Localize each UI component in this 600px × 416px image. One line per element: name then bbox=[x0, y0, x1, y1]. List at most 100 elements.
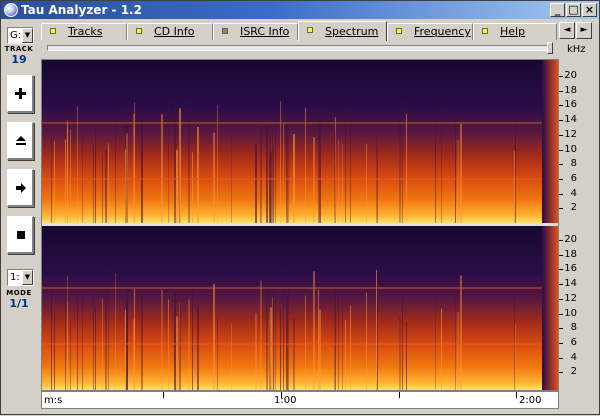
frequency-tick-label: 2 bbox=[570, 202, 577, 214]
close-button[interactable]: × bbox=[582, 3, 597, 17]
tab-scroll-right-button[interactable]: ► bbox=[576, 22, 592, 39]
spectrum-streak bbox=[269, 279, 271, 390]
channel-right-spectrum bbox=[42, 226, 558, 390]
frequency-tick-label: 2 bbox=[570, 366, 577, 378]
position-slider-track[interactable] bbox=[47, 45, 549, 51]
title-bar[interactable]: Tau Analyzer - 1.2 _ □ × bbox=[1, 1, 599, 19]
frequency-tick-mark bbox=[559, 76, 563, 77]
mode-select[interactable]: 1: ▼ bbox=[7, 269, 34, 286]
spectrum-streak bbox=[305, 295, 306, 390]
spectrum-streak bbox=[213, 132, 215, 223]
tab-label: Help bbox=[500, 25, 526, 38]
tab-status-led bbox=[222, 28, 228, 34]
tab-help[interactable]: Help bbox=[473, 23, 557, 40]
chevron-down-icon[interactable]: ▼ bbox=[22, 28, 33, 43]
frequency-tick-label: 10 bbox=[564, 307, 577, 319]
spectrum-streak bbox=[460, 123, 462, 223]
frequency-tick-mark bbox=[559, 372, 563, 374]
spectrum-streak bbox=[213, 284, 215, 390]
spectrum-streak bbox=[133, 114, 135, 223]
spectrum-streak bbox=[141, 118, 143, 223]
window-title: Tau Analyzer - 1.2 bbox=[21, 3, 142, 17]
tab-spectrum[interactable]: Spectrum bbox=[298, 21, 387, 41]
spectrum-streak bbox=[82, 109, 83, 223]
spectrum-streak bbox=[334, 128, 336, 223]
plus-icon bbox=[15, 88, 26, 99]
spectrum-streak bbox=[288, 116, 289, 223]
spectrogram-view[interactable] bbox=[41, 59, 559, 391]
spectrum-streak bbox=[65, 285, 66, 390]
spectrum-streak bbox=[93, 143, 94, 223]
frequency-tick-mark bbox=[559, 342, 563, 344]
tab-cd-info[interactable]: CD Info bbox=[127, 23, 213, 40]
spectrum-streak bbox=[161, 289, 163, 390]
tab-isrc-info[interactable]: ISRC Info bbox=[213, 23, 298, 40]
frequency-tick-mark bbox=[559, 208, 563, 210]
spectrum-streak bbox=[275, 122, 276, 223]
spectrum-band bbox=[42, 122, 542, 124]
spectrum-streak bbox=[283, 268, 284, 390]
spectrum-streak bbox=[350, 305, 351, 390]
spectrum-streak bbox=[54, 316, 55, 390]
spectrum-streak bbox=[406, 113, 407, 223]
spectrum-streak bbox=[115, 116, 116, 223]
spectrum-streak bbox=[179, 108, 181, 223]
tab-tracks[interactable]: Tracks bbox=[41, 23, 127, 40]
frequency-tick-mark bbox=[559, 90, 563, 92]
spectrum-streak bbox=[399, 317, 401, 390]
frequency-tick-mark bbox=[559, 178, 563, 180]
drive-select[interactable]: G: ▼ bbox=[7, 27, 34, 44]
timeline-label-1-00: 1:00 bbox=[274, 395, 297, 406]
spectrum-streak bbox=[105, 283, 107, 390]
eject-button[interactable] bbox=[7, 122, 34, 160]
spectrum-streak bbox=[273, 291, 274, 390]
frequency-tick-label: 8 bbox=[570, 322, 577, 334]
tab-scroll-left-button[interactable]: ◄ bbox=[559, 22, 575, 39]
spectrum-streak bbox=[457, 139, 459, 223]
frequency-tick-label: 8 bbox=[570, 158, 577, 170]
frequency-tick-mark bbox=[559, 134, 563, 136]
frequency-tick-label: 6 bbox=[570, 172, 577, 184]
spectrum-streak bbox=[67, 302, 68, 390]
spectrum-streak bbox=[515, 323, 516, 390]
spectrum-streak bbox=[67, 120, 68, 223]
spectrum-streak bbox=[457, 312, 459, 390]
position-slider-thumb[interactable] bbox=[547, 42, 553, 54]
spectrum-streak bbox=[95, 306, 96, 390]
frequency-tick-mark bbox=[559, 240, 563, 241]
tab-strip: Tracks CD Info ISRC Info Spectrum Freque… bbox=[41, 21, 557, 41]
spectrum-streak bbox=[108, 143, 109, 223]
frequency-tick-label: 12 bbox=[564, 292, 577, 304]
spectrum-streak bbox=[266, 286, 268, 390]
spectrum-streak bbox=[260, 126, 262, 223]
minimize-button[interactable]: _ bbox=[550, 3, 565, 17]
chevron-down-icon[interactable]: ▼ bbox=[22, 270, 33, 285]
spectrum-streak bbox=[179, 302, 181, 390]
frequency-tick-label: 14 bbox=[564, 114, 577, 126]
spectrum-streak bbox=[514, 267, 515, 390]
spectrum-streak bbox=[174, 101, 176, 223]
spectrum-streak bbox=[231, 130, 232, 223]
zoom-in-button[interactable] bbox=[7, 75, 34, 113]
maximize-button[interactable]: □ bbox=[566, 3, 581, 17]
spectrum-streak bbox=[174, 292, 176, 390]
spectrum-streak bbox=[338, 281, 339, 390]
next-button[interactable] bbox=[7, 169, 34, 207]
spectrum-streak bbox=[313, 271, 315, 390]
spectrum-streak bbox=[377, 281, 378, 390]
tab-label: CD Info bbox=[154, 25, 195, 38]
spectrum-streak bbox=[515, 118, 516, 223]
frequency-tick-label: 6 bbox=[570, 336, 577, 348]
spectrum-streak bbox=[376, 132, 377, 223]
spectrum-streak bbox=[269, 152, 271, 223]
tab-frequency[interactable]: Frequency bbox=[387, 23, 473, 40]
frequency-tick-mark bbox=[559, 313, 563, 315]
spectrum-streak bbox=[54, 141, 55, 223]
stop-button[interactable] bbox=[7, 216, 34, 254]
stop-icon bbox=[17, 231, 25, 239]
app-window: Tau Analyzer - 1.2 _ □ × Tracks CD Info … bbox=[0, 0, 600, 415]
frequency-tick-mark bbox=[559, 105, 563, 107]
spectrum-streak bbox=[176, 316, 178, 390]
spectrum-streak bbox=[266, 125, 268, 223]
spectrum-streak bbox=[514, 151, 515, 223]
